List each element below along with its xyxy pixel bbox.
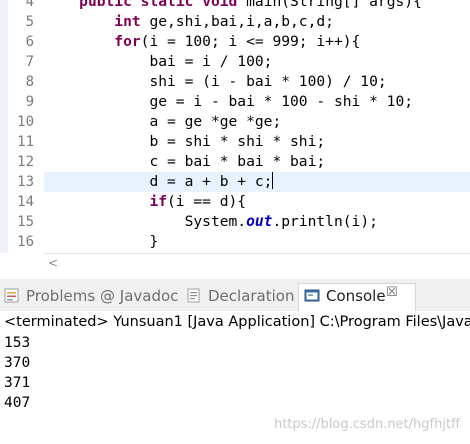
keyword: void [202,0,238,10]
horizontal-scrollbar[interactable]: < [44,253,470,274]
line-number: 13 [17,174,34,190]
line-number: 10 [17,114,34,130]
code-text: .println(i); [272,213,378,230]
console-line: 407 [4,395,31,411]
tab-label: @ Javadoc [100,287,179,305]
console-line: 153 [4,335,31,351]
code-text: b = shi * shi * shi; [149,133,326,150]
code-line[interactable]: } [44,232,470,252]
line-number: 16 [17,234,34,250]
code-line[interactable]: int ge,shi,bai,i,a,b,c,d; [44,12,470,32]
line-number: 6 [25,34,34,50]
line-number: 12 [17,154,34,170]
tab-label: Problems [26,287,96,305]
line-number: 9 [25,94,34,110]
code-text: a = ge *ge *ge; [149,113,282,130]
keyword: if [149,193,168,210]
keyword: for [114,33,141,50]
tab-label: Console [326,287,386,305]
watermark: https://blog.csdn.net/hgfhjtff [273,417,460,432]
line-number: 4 [25,0,34,10]
code-line[interactable]: if(i == d){ [44,192,470,212]
close-icon[interactable]: ☒ [386,285,398,300]
code-text: main(String[] args){ [237,0,422,10]
static-field: out [246,213,273,230]
console-status: <terminated> Yunsuan1 [Java Application]… [4,314,470,330]
code-text: } [149,233,159,250]
line-number: 7 [25,54,34,70]
tab-label: Declaration [208,287,295,305]
code-line[interactable]: public static void main(String[] args){ [44,0,470,12]
line-number: 15 [17,214,34,230]
keyword: static [140,0,194,10]
code-text: (i = 100; i <= 999; i++){ [140,33,361,50]
view-tab-bar: Problems @ Javadoc Declaration Console ☒ [0,279,470,312]
text-caret [272,172,274,189]
code-line[interactable]: c = bai * bai * bai; [44,152,470,172]
line-number-gutter: 4 5 6 7 8 9 10 11 12 13 14 15 16 [8,0,38,253]
code-line[interactable]: shi = (i - bai * 100) / 10; [44,72,470,92]
console-line: 371 [4,375,31,391]
code-line[interactable]: System.out.println(i); [44,212,470,232]
line-number: 11 [17,134,34,150]
code-text: System. [184,213,247,230]
code-text: shi = (i - bai * 100) / 10; [149,73,387,90]
line-number: 14 [17,194,34,210]
line-number: 5 [25,14,34,30]
code-editor[interactable]: 4 5 6 7 8 9 10 11 12 13 14 15 16 public static void … [0,0,470,253]
code-line[interactable]: a = ge *ge *ge; [44,112,470,132]
problems-icon [4,288,19,303]
code-line[interactable]: bai = i / 100; [44,52,470,72]
code-text: d = a + b + c; [149,173,273,190]
declaration-icon [187,288,200,303]
scroll-left-icon[interactable]: < [48,256,58,270]
keyword: public [79,0,132,10]
code-text: bai = i / 100; [149,53,273,70]
code-text: (i == d){ [167,193,247,210]
line-number: 8 [25,74,34,90]
console-output[interactable]: <terminated> Yunsuan1 [Java Application]… [0,311,470,444]
keyword: int [114,13,141,30]
code-line[interactable]: ge = i - bai * 100 - shi * 10; [44,92,470,112]
code-text: c = bai * bai * bai; [149,153,326,170]
console-line: 370 [4,355,31,371]
code-line[interactable]: for(i = 100; i <= 999; i++){ [44,32,470,52]
current-code-line[interactable]: d = a + b + c; [44,172,470,192]
console-icon [304,289,320,302]
code-text: ge = i - bai * 100 - shi * 10; [149,93,414,110]
code-text: ge,shi,bai,i,a,b,c,d; [140,13,334,30]
code-line[interactable]: b = shi * shi * shi; [44,132,470,152]
